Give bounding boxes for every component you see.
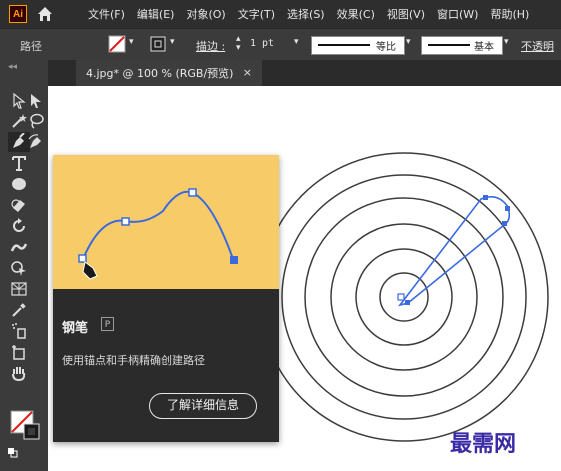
- fill-none-swatch-icon[interactable]: [10, 410, 40, 440]
- perspective-grid-tool-icon[interactable]: [10, 280, 28, 298]
- profile-label: 等比: [376, 42, 396, 53]
- control-bar: 路径 ▾ ▾ 描边 : ▴ ▾ 1 pt ▾ 等比 ▾ 基本 ▾ 不透明: [0, 28, 561, 61]
- menu-help[interactable]: 帮助(H): [490, 6, 529, 22]
- stroke-stepper-icon[interactable]: ▴ ▾: [236, 35, 241, 53]
- document-tab[interactable]: 4.jpg* @ 100 % (RGB/预览) ×: [76, 60, 262, 86]
- fill-swatch-none-icon[interactable]: [108, 35, 126, 53]
- stroke-label: 描边 :: [196, 40, 226, 53]
- document-tab-title: 4.jpg* @ 100 % (RGB/预览): [86, 67, 234, 80]
- direct-selection-tool-icon[interactable]: [27, 92, 45, 110]
- app-logo: Ai: [9, 5, 27, 23]
- menu-bar: Ai 文件(F) 编辑(E) 对象(O) 文字(T) 选择(S) 效果(C) 视…: [0, 0, 561, 28]
- pen-tool-tooltip: 钢笔 P 使用锚点和手柄精确创建路径 了解详细信息: [53, 155, 279, 442]
- watermark: 最需网: [450, 431, 517, 457]
- menu-file[interactable]: 文件(F): [88, 6, 125, 22]
- menu-window[interactable]: 窗口(W): [437, 6, 478, 22]
- brush-definition-dropdown[interactable]: 基本: [421, 36, 503, 55]
- menu-object[interactable]: 对象(O): [186, 6, 225, 22]
- document-tab-bar: 4.jpg* @ 100 % (RGB/预览) ×: [0, 60, 561, 86]
- curvature-tool-icon[interactable]: [27, 133, 45, 151]
- lasso-tool-icon[interactable]: [27, 112, 45, 130]
- selection-label: 路径: [20, 40, 42, 53]
- rotate-tool-icon[interactable]: [10, 217, 28, 235]
- stroke-weight-chevron-icon[interactable]: ▾: [294, 37, 299, 47]
- learn-more-button[interactable]: 了解详细信息: [149, 393, 257, 419]
- menu-edit[interactable]: 编辑(E): [137, 6, 175, 22]
- collapse-panel-icon[interactable]: ◂◂: [8, 62, 17, 72]
- tooltip-shortcut-key: P: [101, 317, 114, 331]
- opacity-label[interactable]: 不透明: [521, 38, 554, 54]
- close-icon[interactable]: ×: [243, 66, 252, 79]
- warp-tool-icon[interactable]: [10, 238, 28, 256]
- menu-type[interactable]: 文字(T): [238, 6, 275, 22]
- brush-label: 基本: [474, 42, 494, 53]
- menu-effect[interactable]: 效果(C): [337, 6, 375, 22]
- eraser-tool-icon[interactable]: [10, 196, 28, 214]
- concentric-circles-artwork[interactable]: [276, 152, 561, 447]
- eyedropper-tool-icon[interactable]: [10, 301, 28, 319]
- tooltip-title: 钢笔: [62, 321, 89, 336]
- menu-view[interactable]: 视图(V): [387, 6, 425, 22]
- pen-tool-icon[interactable]: [10, 133, 28, 151]
- pen-cursor-icon: [82, 261, 98, 280]
- type-tool-icon[interactable]: [10, 154, 28, 172]
- profile-chevron-icon[interactable]: ▾: [406, 37, 411, 47]
- symbol-sprayer-tool-icon[interactable]: [10, 322, 28, 340]
- artboard-tool-icon[interactable]: [10, 343, 28, 361]
- stroke-dropdown-chevron-icon[interactable]: ▾: [170, 37, 175, 47]
- variable-width-profile-dropdown[interactable]: 等比: [311, 36, 405, 55]
- menu-select[interactable]: 选择(S): [287, 6, 325, 22]
- brush-chevron-icon[interactable]: ▾: [504, 37, 509, 47]
- menu-list: 文件(F) 编辑(E) 对象(O) 文字(T) 选择(S) 效果(C) 视图(V…: [88, 0, 529, 28]
- stroke-swatch-icon[interactable]: [150, 36, 166, 52]
- tooltip-description: 使用锚点和手柄精确创建路径: [62, 354, 205, 367]
- stroke-weight-input[interactable]: 1 pt: [250, 38, 274, 49]
- tooltip-illustration: [53, 155, 279, 289]
- pen-path-illustration: [78, 188, 238, 280]
- tools-panel: ◂◂: [0, 60, 49, 471]
- hand-tool-icon[interactable]: [10, 364, 28, 382]
- selection-tool-icon[interactable]: [10, 92, 28, 110]
- ellipse-tool-icon[interactable]: [10, 175, 28, 193]
- shape-builder-tool-icon[interactable]: [10, 259, 28, 277]
- default-colors-icon[interactable]: [8, 448, 18, 458]
- fill-dropdown-chevron-icon[interactable]: ▾: [129, 37, 134, 47]
- home-icon[interactable]: [37, 6, 53, 22]
- magic-wand-tool-icon[interactable]: [10, 112, 28, 130]
